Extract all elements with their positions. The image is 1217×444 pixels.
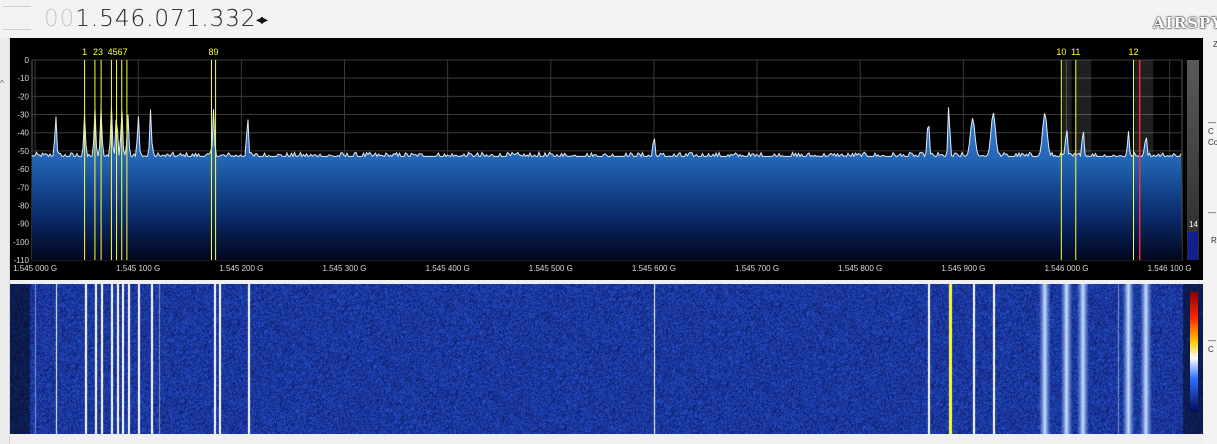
level-meter: 14 [1187,60,1199,260]
top-toolbar: 001.546.071.332 ◂▸ AIRSPY [0,0,1217,38]
marker-label: 10 [1056,47,1066,57]
marker-label: 11 [1071,47,1080,57]
y-tick-label: -90 [17,220,29,229]
marker-label: 1 [82,47,87,57]
x-tick-label: 1.545 400 G [426,264,470,273]
x-tick-label: 1.545 200 G [219,264,263,273]
waterfall-color-scale [1190,292,1198,412]
x-tick-label: 1.545 500 G [529,264,573,273]
y-tick-label: -20 [17,92,29,101]
spectrum-display[interactable]: 0 -10 -20 -30 -40 -50 -60 -70 -80 -90 -100 -110 1.5… [10,38,1203,280]
marker-label: 12 [1129,47,1139,57]
frequency-display[interactable]: 001.546.071.332 [44,2,257,36]
y-tick-label: -10 [17,74,29,83]
level-meter-track [1187,60,1199,260]
x-tick-label: 1.545 600 G [632,264,676,273]
marker-label: 4567 [108,47,128,57]
drag-grip-icon[interactable] [3,6,31,30]
right-rail-label-zoom: Z [1213,40,1217,49]
x-tick-label: 1.545 300 G [322,264,366,273]
x-tick-label: 1.545 000 G [13,264,57,273]
y-tick-label: -60 [17,165,29,174]
x-tick-label: 1.546 000 G [1044,264,1088,273]
frequency-step-arrows-icon[interactable]: ◂▸ [256,9,268,29]
level-meter-fill [1188,232,1198,260]
y-tick-label: -70 [17,183,29,192]
right-rail-label-contrast-top: —C [1208,118,1216,136]
right-side-panel[interactable]: Z —C Co — R —C [1204,38,1217,444]
waterfall-display[interactable] [10,284,1203,434]
y-tick-label: -40 [17,129,29,138]
right-rail-label-co: Co [1208,138,1217,147]
frequency-leading-zeros: 00 [44,6,76,32]
waterfall-canvas[interactable] [10,284,1203,434]
spectrum-chart[interactable]: 0-10-20-30-40-50-60-70-80-90-100-110 1.5… [10,38,1203,280]
chevron-up-icon[interactable]: ^ [0,78,4,88]
frequency-value[interactable]: 1.546.071.332 [75,6,256,32]
right-rail-label-contrast-bottom: —C [1208,336,1216,354]
left-side-panel[interactable]: ^ [0,38,10,444]
x-tick-label: 1.546 100 G [1148,264,1192,273]
airspy-logo: AIRSPY [1153,14,1217,32]
level-meter-value: 14 [1189,220,1198,229]
right-rail-label-range: R [1211,236,1217,245]
right-rail-label-dash: — [1208,208,1216,217]
x-axis-ticks: 1.545 000 G 1.545 100 G 1.545 200 G 1.545 3… [13,264,1192,273]
y-axis-ticks: 0-10-20-30-40-50-60-70-80-90-100-110 [13,56,30,265]
x-tick-label: 1.545 700 G [735,264,779,273]
x-tick-label: 1.545 900 G [941,264,985,273]
y-tick-label: -50 [17,147,29,156]
y-tick-label: -30 [17,111,29,120]
y-tick-label: -100 [13,238,30,247]
x-tick-label: 1.545 100 G [116,264,160,273]
y-tick-label: -80 [17,201,29,210]
marker-label: 89 [209,47,219,57]
x-tick-label: 1.545 800 G [838,264,882,273]
y-tick-label: 0 [25,56,30,65]
marker-label: 23 [93,47,103,57]
spectrum-fill [32,107,1182,261]
